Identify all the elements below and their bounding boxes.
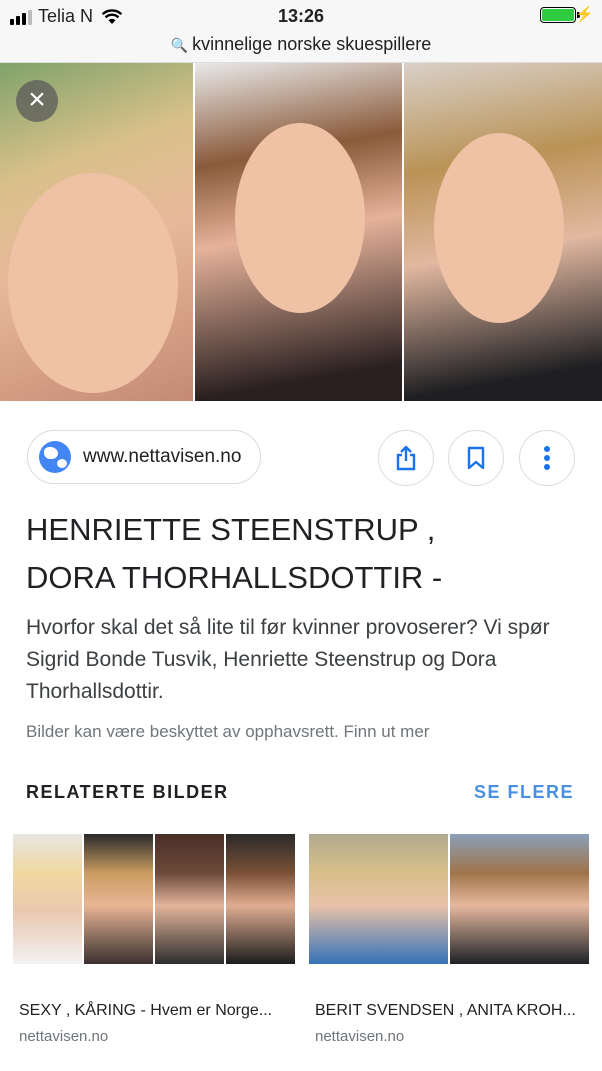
thumb-photo [309,834,448,964]
close-icon: × [28,83,46,116]
result-description: Hvorfor skal det så lite til før kvinner… [26,616,550,703]
address-bar[interactable]: 🔍 kvinnelige norske skuespillere [0,34,602,63]
share-icon [396,445,416,471]
search-icon: 🔍 [170,37,189,53]
thumb-photo [450,834,589,964]
related-item-1-thumbnail[interactable] [13,834,295,964]
close-button[interactable]: × [16,80,58,122]
see-more-link[interactable]: SE FLERE [474,782,574,803]
source-link[interactable]: www.nettavisen.no [27,430,261,484]
related-item-1-caption[interactable]: SEXY , KÅRING - Hvem er Norge... [19,1002,272,1020]
bookmark-icon [467,446,485,470]
share-button[interactable] [378,430,434,486]
result-title[interactable]: HENRIETTE STEENSTRUP , DORA THORHALLSDOT… [26,506,586,602]
globe-icon [39,441,71,473]
status-bar: Telia N 13:26 ⚡ [0,0,602,34]
title-line-2: DORA THORHALLSDOTTIR - [26,560,443,595]
charging-icon: ⚡ [575,6,594,23]
image-preview[interactable] [0,63,602,401]
related-heading: RELATERTE BILDER [26,782,229,802]
thumb-photo [84,834,153,964]
photo-3 [404,63,602,401]
copyright-notice[interactable]: Bilder kan være beskyttet av opphavsrett… [26,722,429,742]
more-options-button[interactable] [519,430,575,486]
related-item-1-domain: nettavisen.no [19,1028,109,1045]
title-line-1: HENRIETTE STEENSTRUP , [26,512,436,547]
thumb-photo [226,834,295,964]
clock: 13:26 [277,6,325,26]
related-item-2-thumbnail[interactable] [309,834,589,964]
search-query: kvinnelige norske skuespillere [192,34,432,54]
thumb-photo [13,834,82,964]
photo-2 [195,63,402,401]
source-domain: www.nettavisen.no [83,446,242,467]
related-item-2-domain: nettavisen.no [315,1028,405,1045]
more-vertical-icon [544,446,550,470]
thumb-photo [155,834,224,964]
battery-icon [540,7,580,23]
related-item-2-caption[interactable]: BERIT SVENDSEN , ANITA KROH... [315,1002,576,1020]
bookmark-button[interactable] [448,430,504,486]
